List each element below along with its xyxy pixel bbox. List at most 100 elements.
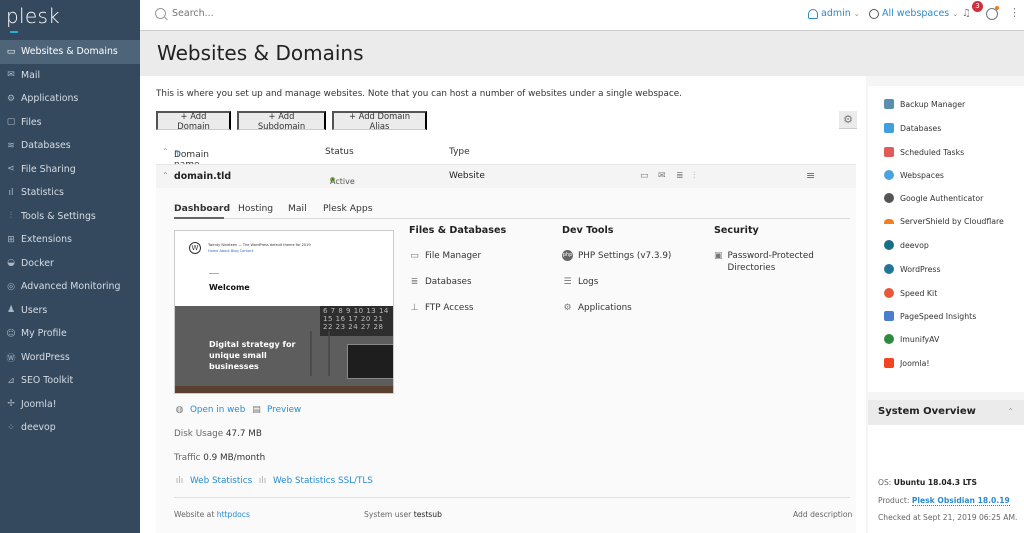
ext-imunifyav[interactable]: ImunifyAV [884,334,939,344]
system-overview-header[interactable]: System Overview ⌃ [868,400,1024,425]
user-menu[interactable]: admin ⌄ [808,8,860,19]
product-link[interactable]: Plesk Obsidian 18.0.19 [911,496,1010,506]
sidebar-item-extensions[interactable]: ⊞ Extensions [0,228,140,252]
sidebar-item-files[interactable]: ▢ Files [0,111,140,135]
sidebar-item-users[interactable]: ♟ Users [0,299,140,323]
ext-speed-kit[interactable]: Speed Kit [884,288,937,298]
tab-dashboard[interactable]: Dashboard [174,203,230,214]
product-info: Product: Plesk Obsidian 18.0.19 [878,496,1010,506]
sidebar-item-tools-settings[interactable]: ⫶ Tools & Settings [0,205,140,229]
ext-google-authenticator[interactable]: Google Authenticator [884,193,983,203]
mail-icon[interactable]: ✉ [658,171,666,181]
sidebar-item-label: File Sharing [21,163,76,175]
ext-webspaces[interactable]: Webspaces [884,170,944,180]
sliders-icon: ⫶ [9,211,13,222]
open-in-web-link[interactable]: ◍ Open in web [174,404,246,416]
os-info: OS: Ubuntu 18.04.3 LTS [878,478,977,487]
collapse-all-icon[interactable]: ⌃ [162,147,169,156]
httpdocs-link[interactable]: httpdocs [217,510,250,519]
sidebar-item-websites-domains[interactable]: ▭ Websites & Domains [0,40,140,64]
preview-link[interactable]: ▤ Preview [251,404,301,416]
page-header: Websites & Domains [140,31,1024,76]
ext-pagespeed-insights[interactable]: PageSpeed Insights [884,311,976,321]
sidebar-item-advanced-monitoring[interactable]: ◎ Advanced Monitoring [0,275,140,299]
preview-calendar: 6 7 8 9 10 13 14 15 16 17 20 21 22 23 24… [320,306,393,336]
sidebar-item-docker[interactable]: ◒ Docker [0,252,140,276]
bar-chart-icon: ılı [175,476,184,486]
sidebar-item-label: Databases [21,140,71,152]
notifications-badge: 3 [972,1,983,12]
password-protected-directories-link[interactable]: ▣ Password-Protected Directories [714,250,824,274]
domain-name-link[interactable]: domain.tld [174,171,231,182]
sidebar-item-my-profile[interactable]: ☺ My Profile [0,322,140,346]
ext-backup-manager[interactable]: Backup Manager [884,99,965,109]
webspaces-menu[interactable]: All webspaces ⌄ [869,8,958,19]
list-settings-button[interactable]: ⚙ [839,111,857,129]
bar-chart-icon: ıl [8,187,14,198]
ext-databases[interactable]: Databases [884,123,941,133]
sidebar-item-databases[interactable]: ≋ Databases [0,134,140,158]
more-options-icon[interactable]: ⋮ [1009,6,1020,19]
row-menu-icon[interactable]: ≡ [806,169,815,182]
ext-scheduled-tasks[interactable]: Scheduled Tasks [884,147,964,157]
security-heading: Security [714,225,759,236]
sidebar-item-deevop[interactable]: ⁘ deevop [0,416,140,440]
panel-footer-divider [174,497,850,498]
applications-link[interactable]: ⚙ Applications [562,302,631,314]
sidebar-item-label: Statistics [21,187,64,199]
web-statistics-link[interactable]: ılı Web Statistics [174,475,252,487]
tab-hosting[interactable]: Hosting [238,203,273,214]
search-input[interactable] [172,8,472,19]
logs-link[interactable]: ☰ Logs [562,276,598,288]
website-preview[interactable]: W Twenty Nineteen — The WordPress defaul… [174,230,394,394]
sidebar-item-file-sharing[interactable]: ⋖ File Sharing [0,158,140,182]
sliders-icon[interactable]: ⫶ [693,171,695,181]
folder-icon[interactable]: ▭ [640,171,649,181]
product-label: Product: [878,496,910,505]
add-description-link[interactable]: Add description [793,510,852,519]
sidebar-item-mail[interactable]: ✉ Mail [0,64,140,88]
column-type[interactable]: Type [449,147,470,157]
docker-icon: ◒ [7,258,15,269]
sidebar-item-label: deevop [21,422,56,434]
user-icon: ♟ [6,305,16,316]
table-header: ⌃ Domain name ↑ Status Type [156,144,856,170]
ext-joomla[interactable]: Joomla! [884,358,930,368]
database-icon[interactable]: ≣ [676,171,684,181]
chevron-up-icon[interactable]: ⌃ [1007,407,1014,416]
php-settings-link[interactable]: php PHP Settings (v7.3.9) [562,250,671,262]
link-label: PHP Settings (v7.3.9) [578,251,672,261]
file-manager-link[interactable]: ▭ File Manager [409,250,481,262]
add-domain-alias-button[interactable]: + Add Domain Alias [332,111,427,131]
sidebar-item-statistics[interactable]: ıl Statistics [0,181,140,205]
php-icon: php [562,250,573,261]
link-label: Web Statistics SSL/TLS [273,476,373,486]
tab-mail[interactable]: Mail [288,203,307,214]
tab-plesk-apps[interactable]: Plesk Apps [323,203,373,214]
sidebar-item-wordpress[interactable]: Ⓦ WordPress [0,346,140,370]
ext-deevop[interactable]: deevop [884,240,929,250]
table-row[interactable]: ⌃ domain.tld Active ⌄ Website ▭ ✉ ≣ ⫶ ≡ [156,164,856,188]
sidebar-item-seo-toolkit[interactable]: ⊿ SEO Toolkit [0,369,140,393]
databases-link[interactable]: ≣ Databases [409,276,472,288]
column-status[interactable]: Status [325,147,354,157]
database-icon: ≋ [7,140,15,151]
ftp-access-link[interactable]: ⊥ FTP Access [409,302,474,314]
collapse-row-icon[interactable]: ⌃ [162,171,169,180]
database-icon: ≣ [410,277,419,287]
add-domain-button[interactable]: + Add Domain [156,111,231,131]
calendar-icon [884,147,894,157]
logo-text: plesk [6,4,61,28]
ext-wordpress[interactable]: WordPress [884,264,941,274]
ext-servershield-cloudflare[interactable]: ServerShield by Cloudflare [884,217,1004,226]
sidebar-item-applications[interactable]: ⚙ Applications [0,87,140,111]
add-subdomain-button[interactable]: + Add Subdomain [237,111,326,131]
sidebar-item-joomla[interactable]: ✢ Joomla! [0,393,140,417]
os-label: OS: [878,478,892,487]
plesk-logo[interactable]: plesk [6,4,61,33]
sidebar-item-label: Users [21,304,48,316]
ext-label: deevop [900,240,929,250]
web-statistics-ssl-link[interactable]: ılı Web Statistics SSL/TLS [257,475,373,487]
link-label: Password-Protected Directories [727,251,814,273]
protected-folder-icon: ▣ [714,251,723,261]
